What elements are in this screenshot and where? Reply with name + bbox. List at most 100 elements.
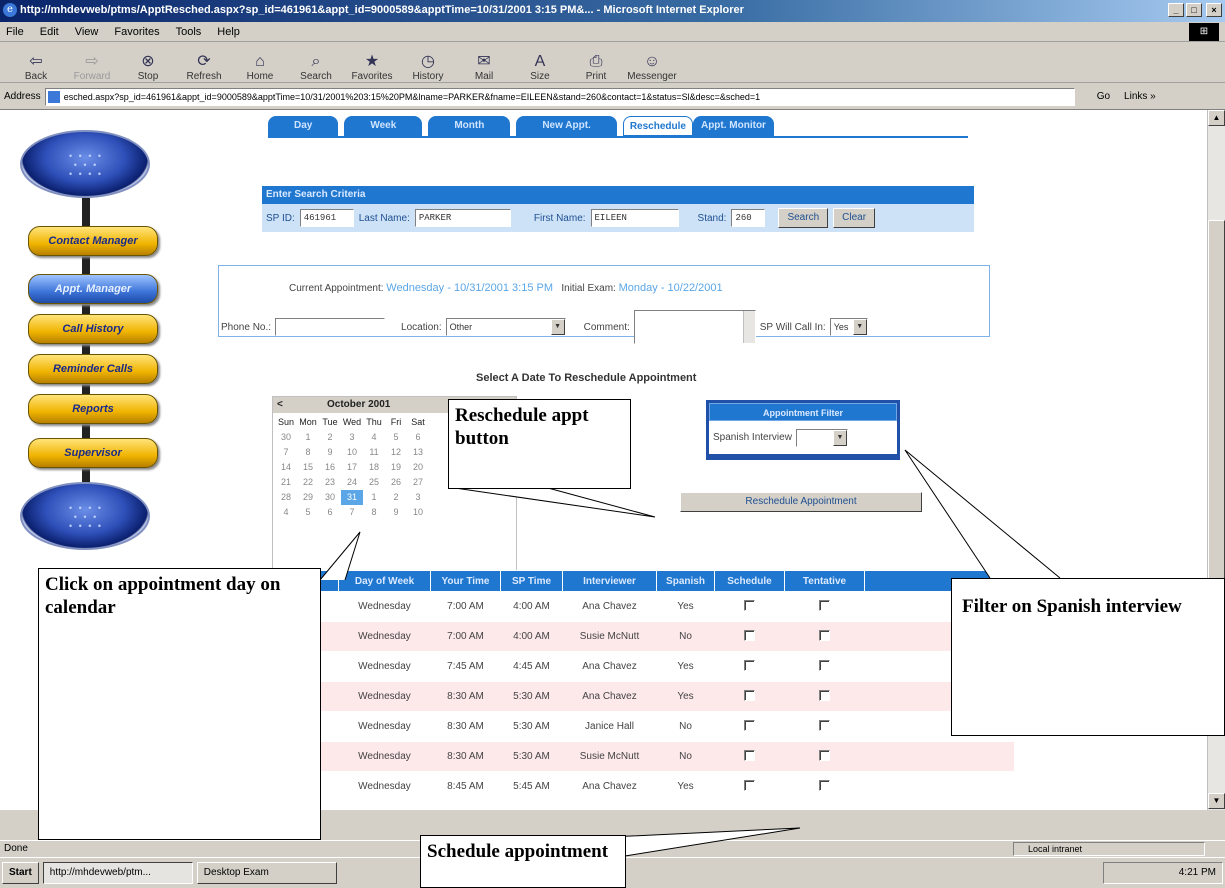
calendar-day[interactable]: 23 [319, 475, 341, 490]
menu-file[interactable]: File [6, 26, 24, 38]
schedule-checkbox[interactable] [744, 719, 755, 731]
start-button[interactable]: Start [2, 862, 39, 884]
calendar-prev-button[interactable]: < [273, 397, 293, 413]
calendar-day[interactable]: 31 [341, 490, 363, 505]
tab-week[interactable]: Week [344, 116, 423, 136]
tentative-checkbox[interactable] [819, 779, 830, 791]
links-button[interactable]: Links » [1124, 91, 1156, 102]
forward-button[interactable]: ⇨ Forward [66, 44, 118, 82]
calendar-day[interactable]: 28 [275, 490, 297, 505]
calendar-day[interactable]: 3 [407, 490, 429, 505]
calendar-day[interactable]: 9 [319, 445, 341, 460]
schedule-checkbox[interactable] [744, 629, 755, 641]
calendar-day[interactable]: 19 [385, 460, 407, 475]
menu-view[interactable]: View [75, 26, 99, 38]
menu-edit[interactable]: Edit [40, 26, 59, 38]
calendar-day[interactable]: 25 [363, 475, 385, 490]
calendar-day[interactable]: 14 [275, 460, 297, 475]
calendar-day[interactable]: 22 [297, 475, 319, 490]
calendar-day[interactable]: 20 [407, 460, 429, 475]
tentative-checkbox[interactable] [819, 689, 830, 701]
last-name-input[interactable]: PARKER [414, 209, 511, 227]
nav-contact-manager[interactable]: Contact Manager [28, 226, 158, 256]
scroll-thumb[interactable] [1208, 220, 1225, 600]
calendar-day[interactable]: 4 [275, 505, 297, 520]
menu-tools[interactable]: Tools [176, 26, 202, 38]
minimize-button[interactable]: _ [1168, 3, 1184, 17]
spanish-interview-select[interactable]: ▼ [795, 428, 848, 447]
calendar-day[interactable]: 29 [297, 490, 319, 505]
calendar-day[interactable]: 24 [341, 475, 363, 490]
print-button[interactable]: ⎙ Print [570, 44, 622, 82]
tab-new-appt[interactable]: New Appt. [516, 116, 617, 136]
tab-day[interactable]: Day [268, 116, 339, 136]
phone-input[interactable] [275, 318, 386, 336]
schedule-checkbox[interactable] [744, 599, 755, 611]
calendar-day[interactable]: 3 [341, 430, 363, 445]
calendar-day[interactable]: 18 [363, 460, 385, 475]
nav-supervisor[interactable]: Supervisor [28, 438, 158, 468]
calendar-day[interactable]: 1 [363, 490, 385, 505]
home-button[interactable]: ⌂ Home [234, 44, 286, 82]
search-button[interactable]: Search [778, 208, 829, 228]
calendar-day[interactable]: 9 [385, 505, 407, 520]
calendar-day[interactable]: 30 [275, 430, 297, 445]
tentative-checkbox[interactable] [819, 599, 830, 611]
close-button[interactable]: × [1206, 3, 1222, 17]
reschedule-appointment-button[interactable]: Reschedule Appointment [680, 492, 922, 512]
go-button[interactable]: Go [1097, 91, 1110, 102]
calendar-day[interactable]: 5 [297, 505, 319, 520]
schedule-checkbox[interactable] [744, 689, 755, 701]
sp-id-input[interactable]: 461961 [299, 209, 354, 227]
nav-reminder-calls[interactable]: Reminder Calls [28, 354, 158, 384]
taskbar-item-desktop-exam[interactable]: Desktop Exam [196, 862, 337, 884]
scroll-down-button[interactable]: ▼ [1208, 793, 1225, 809]
tentative-checkbox[interactable] [819, 629, 830, 641]
menu-help[interactable]: Help [217, 26, 240, 38]
size-button[interactable]: A Size [514, 44, 566, 82]
clear-button[interactable]: Clear [833, 208, 876, 228]
maximize-button[interactable]: □ [1186, 3, 1202, 17]
calendar-day[interactable]: 27 [407, 475, 429, 490]
nav-call-history[interactable]: Call History [28, 314, 158, 344]
calendar-day[interactable]: 6 [407, 430, 429, 445]
calendar-day[interactable]: 2 [385, 490, 407, 505]
calendar-day[interactable]: 4 [363, 430, 385, 445]
tab-reschedule[interactable]: Reschedule [622, 116, 693, 136]
calendar-day[interactable]: 21 [275, 475, 297, 490]
taskbar-item-ie[interactable]: http://mhdevweb/ptm... [42, 862, 193, 884]
calendar-day[interactable]: 30 [319, 490, 341, 505]
calendar-day[interactable]: 8 [297, 445, 319, 460]
search-button[interactable]: ⌕ Search [290, 44, 342, 82]
calendar-day[interactable]: 1 [297, 430, 319, 445]
scroll-up-button[interactable]: ▲ [1208, 110, 1225, 126]
calendar-day[interactable]: 12 [385, 445, 407, 460]
calendar-day[interactable]: 17 [341, 460, 363, 475]
mail-button[interactable]: ✉ Mail [458, 44, 510, 82]
messenger-button[interactable]: ☺ Messenger [626, 44, 678, 82]
calendar-day[interactable]: 8 [363, 505, 385, 520]
calendar-day[interactable]: 10 [341, 445, 363, 460]
tab-month[interactable]: Month [428, 116, 511, 136]
history-button[interactable]: ◷ History [402, 44, 454, 82]
calendar-day[interactable]: 15 [297, 460, 319, 475]
calendar-day[interactable]: 11 [363, 445, 385, 460]
calendar-day[interactable]: 6 [319, 505, 341, 520]
stop-button[interactable]: ⊗ Stop [122, 44, 174, 82]
location-select[interactable]: Other ▼ [445, 318, 566, 336]
address-input[interactable]: esched.aspx?sp_id=461961&appt_id=9000589… [44, 87, 1075, 106]
favorites-button[interactable]: ★ Favorites [346, 44, 398, 82]
callin-select[interactable]: Yes ▼ [829, 318, 868, 336]
schedule-checkbox[interactable] [744, 749, 755, 761]
schedule-checkbox[interactable] [744, 779, 755, 791]
comment-textarea[interactable] [633, 310, 756, 344]
menu-favorites[interactable]: Favorites [114, 26, 159, 38]
refresh-button[interactable]: ⟳ Refresh [178, 44, 230, 82]
textarea-scrollbar[interactable] [742, 311, 755, 343]
calendar-day[interactable]: 16 [319, 460, 341, 475]
schedule-checkbox[interactable] [744, 659, 755, 671]
tentative-checkbox[interactable] [819, 719, 830, 731]
calendar-day[interactable]: 7 [275, 445, 297, 460]
stand-input[interactable]: 260 [731, 209, 766, 227]
calendar-day[interactable]: 2 [319, 430, 341, 445]
